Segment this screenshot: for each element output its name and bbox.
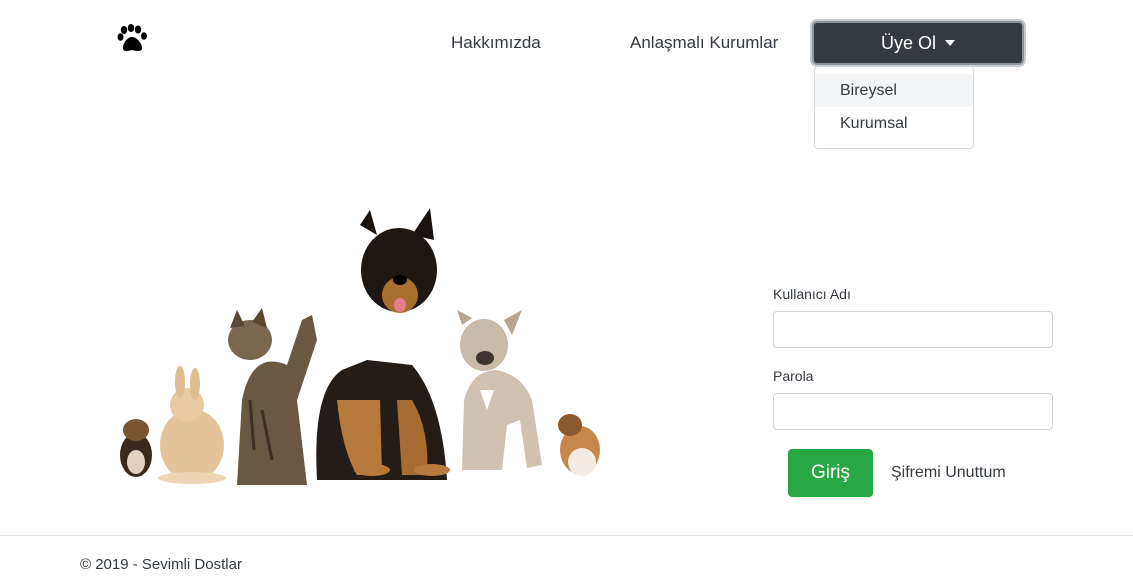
german-shepherd-figure <box>316 208 450 480</box>
dropdown-item-individual[interactable]: Bireysel <box>815 74 973 107</box>
forgot-password-link[interactable]: Şifremi Unuttum <box>891 464 1006 482</box>
signup-dropdown-menu: Bireysel Kurumsal <box>814 66 974 149</box>
signup-dropdown-button[interactable]: Üye Ol <box>812 21 1024 65</box>
login-actions: Giriş Şifremi Unuttum <box>788 449 1068 497</box>
pets-group-image <box>120 208 600 485</box>
guinea-pig-figure <box>558 414 600 476</box>
password-input[interactable] <box>773 393 1053 430</box>
french-bulldog-figure <box>457 310 542 470</box>
password-label: Parola <box>773 368 814 384</box>
navbar: Hakkımızda Anlaşmalı Kurumlar Üye Ol Bir… <box>0 0 1133 149</box>
login-button[interactable]: Giriş <box>788 449 873 497</box>
nav-link-about[interactable]: Hakkımızda <box>451 33 541 53</box>
caret-down-icon <box>945 40 955 46</box>
footer: © 2019 - Sevimli Dostlar <box>0 535 1133 584</box>
username-input[interactable] <box>773 311 1053 348</box>
signup-button-label: Üye Ol <box>880 32 936 53</box>
cat-figure <box>228 308 317 485</box>
rabbit-figure <box>158 366 226 484</box>
username-label: Kullanıcı Adı <box>773 286 851 302</box>
paw-icon[interactable] <box>117 24 149 54</box>
login-form: Kullanıcı Adı Parola Giriş Şifremi Unutt… <box>773 286 1053 497</box>
footer-copyright: © 2019 - Sevimli Dostlar <box>80 556 242 573</box>
nav-link-partners[interactable]: Anlaşmalı Kurumlar <box>630 33 778 53</box>
dropdown-item-corporate[interactable]: Kurumsal <box>815 107 973 140</box>
hamster-figure <box>120 419 152 477</box>
